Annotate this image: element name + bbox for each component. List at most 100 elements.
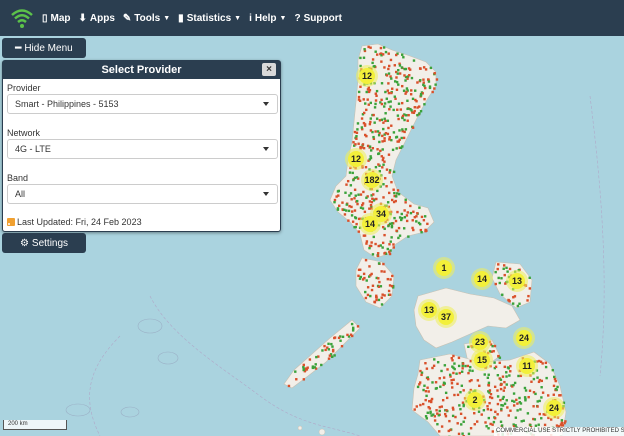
coverage-marker xyxy=(516,304,520,308)
coverage-marker xyxy=(396,210,399,214)
coverage-marker xyxy=(387,67,390,71)
coverage-marker xyxy=(380,303,384,306)
network-select[interactable]: 4G - LTE xyxy=(7,139,278,159)
coverage-marker xyxy=(389,278,392,281)
coverage-marker xyxy=(564,420,567,423)
coverage-marker xyxy=(366,293,370,297)
coverage-marker xyxy=(390,236,393,239)
coverage-marker xyxy=(368,145,372,148)
coverage-marker xyxy=(381,241,385,245)
coverage-marker xyxy=(380,60,383,63)
cluster-marker[interactable]: 14 xyxy=(471,268,493,290)
nav-tools[interactable]: ✎ Tools ▼ xyxy=(123,13,170,24)
coverage-marker xyxy=(320,363,323,367)
coverage-marker xyxy=(553,377,557,381)
coverage-marker xyxy=(414,89,417,92)
coverage-marker xyxy=(379,149,382,153)
coverage-marker xyxy=(523,386,527,390)
coverage-marker xyxy=(375,117,379,120)
coverage-marker xyxy=(395,192,399,195)
dropdown-arrow-icon xyxy=(263,192,269,196)
wifi-logo-icon[interactable] xyxy=(10,7,34,29)
coverage-marker xyxy=(388,64,391,68)
coverage-marker xyxy=(363,123,367,126)
coverage-marker xyxy=(393,191,396,195)
coverage-marker xyxy=(380,82,384,85)
coverage-marker xyxy=(385,185,388,188)
coverage-marker xyxy=(403,130,406,134)
rss-icon[interactable] xyxy=(7,218,15,226)
nav-map[interactable]: ▯ Map xyxy=(42,13,71,24)
nav-map-label: Map xyxy=(50,12,71,24)
coverage-marker xyxy=(497,263,500,266)
map-attribution[interactable]: COMMERCIAL USE STRICTLY PROHIBITED Sign xyxy=(494,427,624,436)
band-select[interactable]: All xyxy=(7,184,278,204)
coverage-marker xyxy=(373,106,377,109)
cluster-marker[interactable]: 12 xyxy=(345,148,367,170)
cluster-marker[interactable]: 14 xyxy=(359,213,381,235)
cluster-marker[interactable]: 11 xyxy=(516,355,538,377)
coverage-marker xyxy=(500,277,503,280)
coverage-marker xyxy=(540,417,543,420)
coverage-marker xyxy=(505,383,508,386)
coverage-marker xyxy=(524,389,528,392)
coverage-marker xyxy=(532,377,536,381)
coverage-marker xyxy=(450,356,453,360)
coverage-marker xyxy=(353,176,357,180)
coverage-marker xyxy=(412,210,415,213)
coverage-marker xyxy=(404,201,407,204)
coverage-marker xyxy=(458,404,461,407)
coverage-marker xyxy=(355,137,358,140)
palawan-island xyxy=(283,319,361,389)
coverage-marker xyxy=(426,411,429,414)
coverage-marker xyxy=(486,408,490,411)
coverage-marker xyxy=(383,105,386,108)
coverage-marker xyxy=(384,112,387,115)
nav-apps[interactable]: ⬇ Apps xyxy=(79,13,115,24)
coverage-marker xyxy=(371,58,375,61)
cluster-marker[interactable]: 24 xyxy=(513,327,535,349)
coverage-marker xyxy=(444,414,448,418)
nav-support[interactable]: ? Support xyxy=(294,13,341,24)
nav-help[interactable]: i Help ▼ xyxy=(249,13,286,24)
cluster-marker[interactable]: 1 xyxy=(433,257,455,279)
coverage-marker xyxy=(399,108,403,111)
coverage-marker xyxy=(546,394,550,397)
nav-statistics[interactable]: ▮ Statistics ▼ xyxy=(178,13,241,24)
coverage-marker xyxy=(354,216,358,220)
boundary-line xyxy=(589,95,605,377)
coverage-marker xyxy=(349,192,353,195)
cluster-marker[interactable]: 12 xyxy=(356,65,378,87)
cluster-marker[interactable]: 15 xyxy=(471,349,493,371)
map-scale: 200 km xyxy=(3,420,67,430)
coverage-marker xyxy=(385,97,388,100)
coverage-marker xyxy=(378,119,382,122)
coverage-marker xyxy=(368,246,371,250)
coverage-marker xyxy=(496,402,500,406)
coverage-marker xyxy=(454,415,457,419)
coverage-marker xyxy=(518,396,521,400)
coverage-marker xyxy=(499,398,502,402)
coverage-marker xyxy=(506,366,510,369)
coverage-marker xyxy=(419,403,422,407)
close-button[interactable]: × xyxy=(262,63,276,76)
coverage-marker xyxy=(388,252,392,256)
coverage-marker xyxy=(395,195,398,198)
settings-button[interactable]: ⚙ Settings xyxy=(2,233,86,253)
cluster-marker[interactable]: 13 xyxy=(506,270,528,292)
hide-menu-button[interactable]: ━ Hide Menu xyxy=(2,38,86,58)
coverage-marker xyxy=(487,381,491,385)
coverage-marker xyxy=(406,99,409,102)
cluster-marker[interactable]: 2 xyxy=(464,389,486,411)
cluster-marker[interactable]: 37 xyxy=(435,306,457,328)
coverage-marker xyxy=(512,383,515,387)
coverage-marker xyxy=(425,367,429,370)
coverage-marker xyxy=(338,204,341,207)
cluster-marker[interactable]: 182 xyxy=(361,169,383,191)
coverage-marker xyxy=(427,78,430,81)
coverage-marker xyxy=(432,413,435,416)
coverage-marker xyxy=(331,355,334,359)
provider-select[interactable]: Smart - Philippines - 5153 xyxy=(7,94,278,114)
coverage-marker xyxy=(468,379,472,383)
cluster-marker[interactable]: 24 xyxy=(543,397,565,419)
